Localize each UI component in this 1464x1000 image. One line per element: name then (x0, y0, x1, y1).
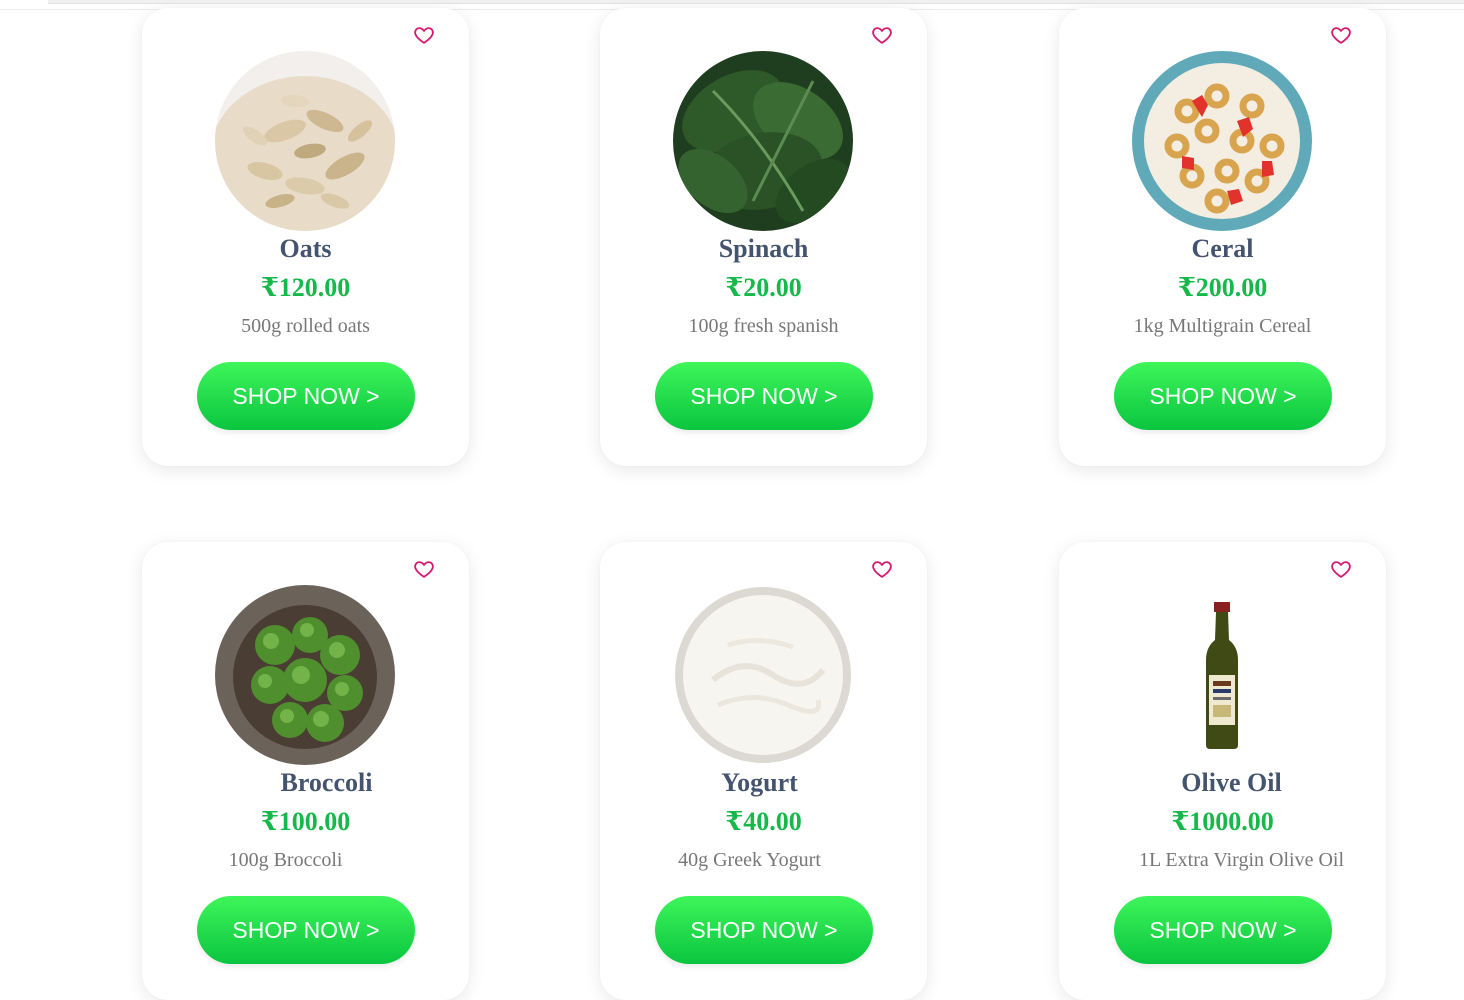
product-card-spinach: Spinach ₹20.00 100g fresh spanish SHOP N… (600, 8, 927, 466)
heart-icon[interactable] (413, 24, 435, 46)
shop-now-button[interactable]: SHOP NOW > (655, 362, 873, 430)
shop-now-button[interactable]: SHOP NOW > (197, 362, 415, 430)
shop-now-button[interactable]: SHOP NOW > (655, 896, 873, 964)
product-description: 500g rolled oats (241, 315, 370, 337)
product-image-olive-oil (1132, 585, 1312, 765)
product-image-broccoli (215, 585, 395, 765)
product-description: 100g Broccoli (228, 849, 343, 871)
heart-icon[interactable] (1330, 558, 1352, 580)
product-name: Oats (279, 234, 332, 263)
product-name: Yogurt (721, 768, 798, 797)
product-image-ceral (1132, 51, 1312, 231)
product-price: ₹200.00 (1177, 273, 1268, 302)
product-description: 1L Extra Virgin Olive Oil (1138, 849, 1345, 871)
shop-now-button[interactable]: SHOP NOW > (1114, 362, 1332, 430)
product-description: 40g Greek Yogurt (678, 849, 821, 871)
product-card-broccoli: Broccoli ₹100.00 100g Broccoli SHOP NOW … (142, 542, 469, 1000)
product-card-oats: Oats ₹120.00 500g rolled oats SHOP NOW > (142, 8, 469, 466)
product-name: Broccoli (280, 768, 373, 797)
product-description: 100g fresh spanish (688, 315, 839, 337)
heart-icon[interactable] (1330, 24, 1352, 46)
heart-icon[interactable] (871, 558, 893, 580)
product-description: 1kg Multigrain Cereal (1133, 315, 1312, 337)
product-price: ₹120.00 (260, 273, 351, 302)
product-card-olive-oil: Olive Oil ₹1000.00 1L Extra Virgin Olive… (1059, 542, 1386, 1000)
heart-icon[interactable] (413, 558, 435, 580)
heart-icon[interactable] (871, 24, 893, 46)
product-price: ₹100.00 (260, 807, 351, 836)
product-image-oats (215, 51, 395, 231)
product-name: Olive Oil (1181, 768, 1282, 797)
product-price: ₹1000.00 (1171, 807, 1274, 836)
product-name: Ceral (1191, 234, 1254, 263)
product-card-ceral: Ceral ₹200.00 1kg Multigrain Cereal SHOP… (1059, 8, 1386, 466)
product-grid: Oats ₹120.00 500g rolled oats SHOP NOW >… (0, 0, 1464, 1000)
product-card-yogurt: Yogurt ₹40.00 40g Greek Yogurt SHOP NOW … (600, 542, 927, 1000)
product-image-spinach (673, 51, 853, 231)
shop-now-button[interactable]: SHOP NOW > (1114, 896, 1332, 964)
product-price: ₹40.00 (725, 807, 802, 836)
product-price: ₹20.00 (725, 273, 802, 302)
product-name: Spinach (718, 234, 809, 263)
product-image-yogurt (673, 585, 853, 765)
shop-now-button[interactable]: SHOP NOW > (197, 896, 415, 964)
